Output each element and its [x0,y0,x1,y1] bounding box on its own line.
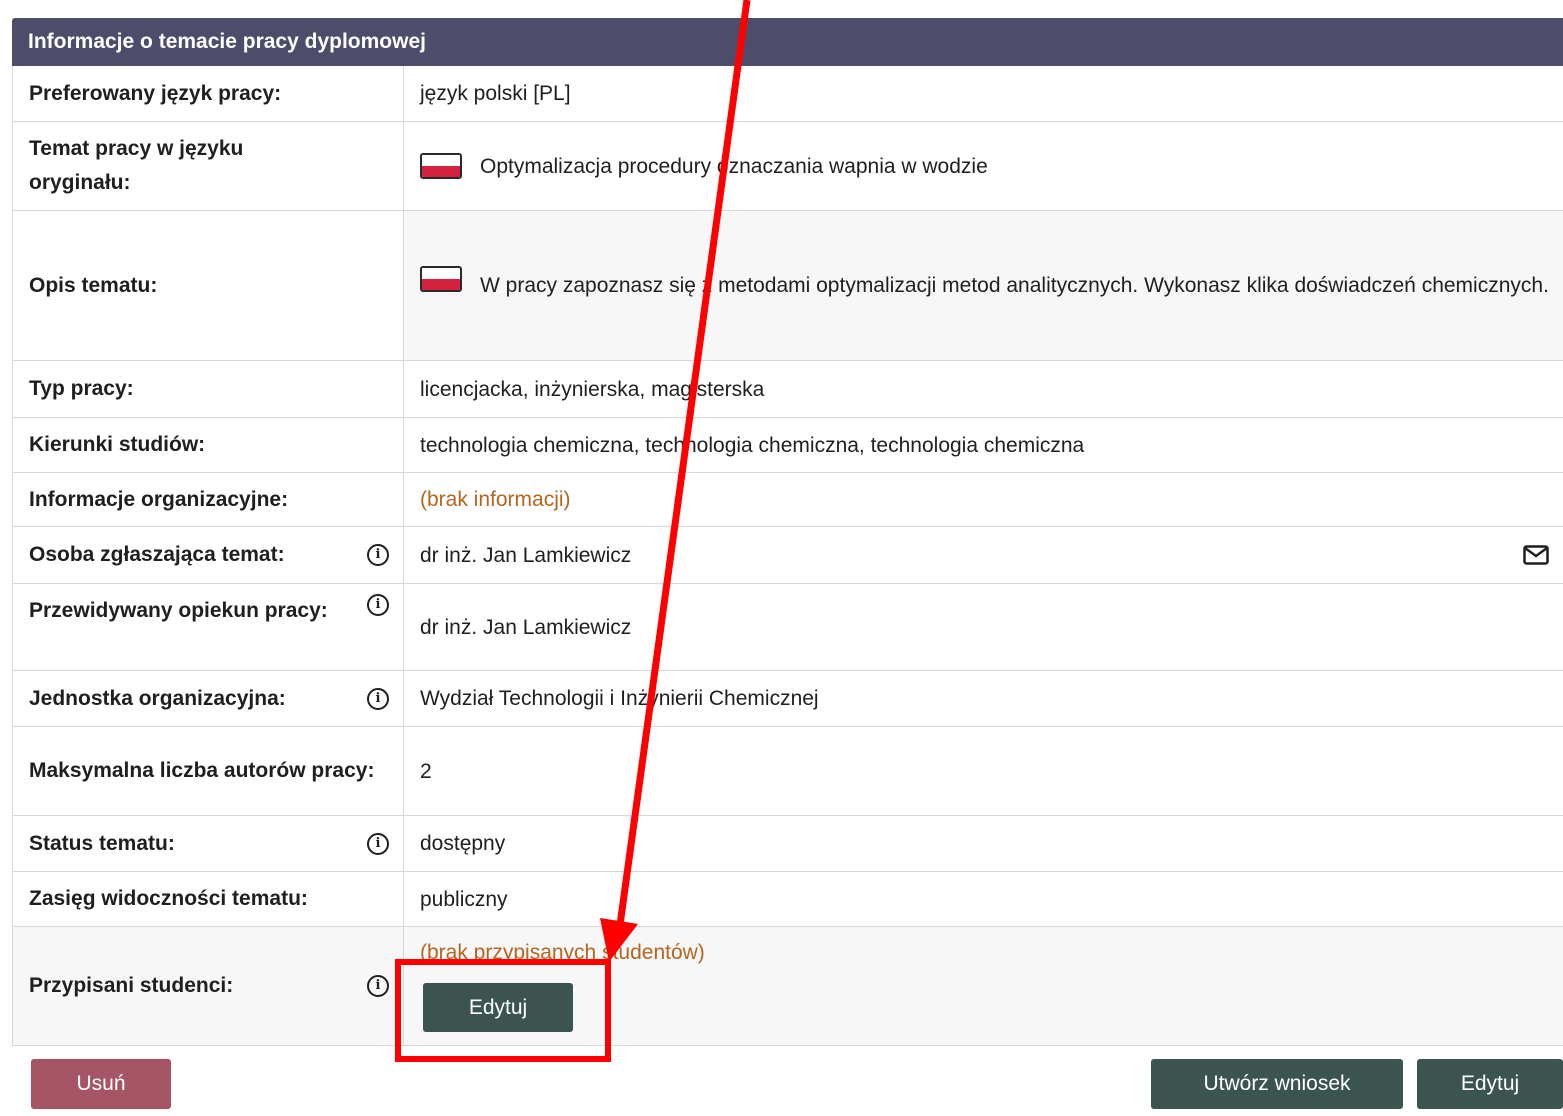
topic-info-page: Informacje o temacie pracy dyplomowej Pr… [0,0,1563,1116]
annotation-arrow-icon [600,0,751,962]
